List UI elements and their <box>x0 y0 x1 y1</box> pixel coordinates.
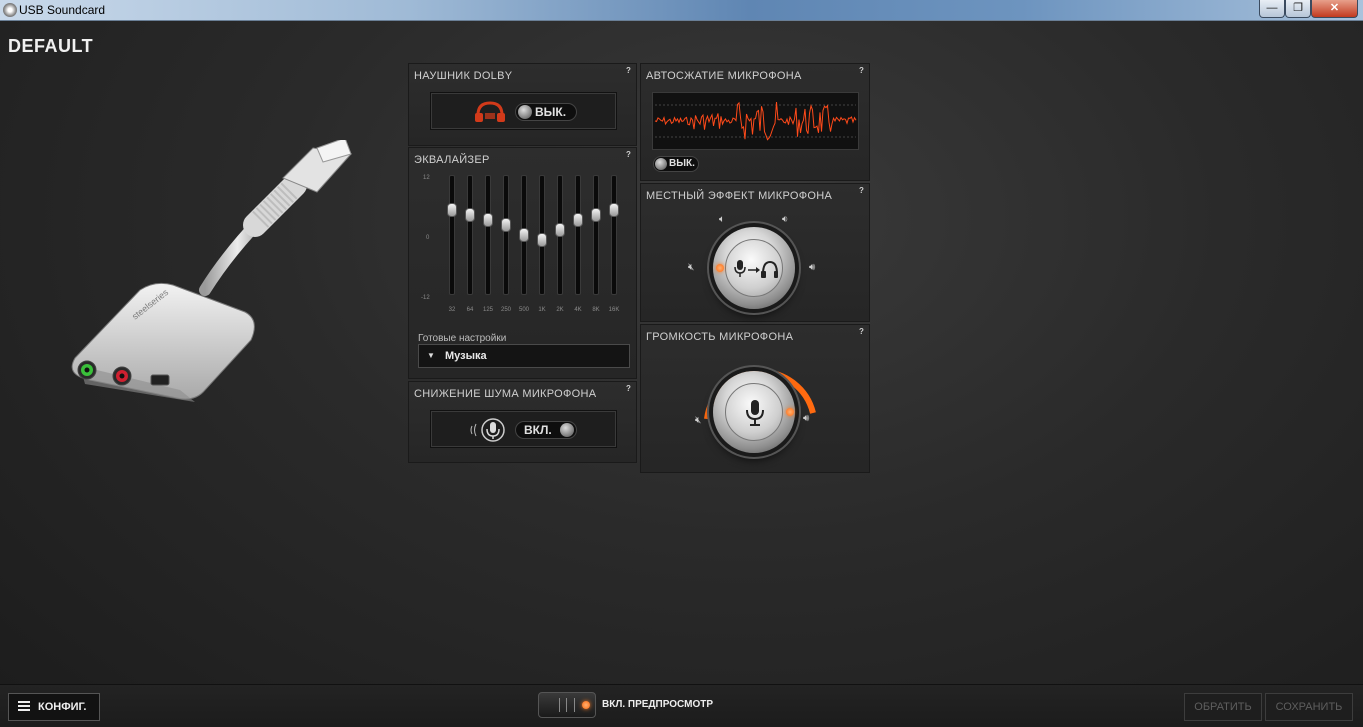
mic-volume-level-indicator <box>786 408 794 416</box>
autogain-help-icon[interactable]: ? <box>857 66 866 75</box>
noise-reduction-help-icon[interactable]: ? <box>624 384 633 393</box>
volume-low-icon: 🔈︎ <box>719 214 725 225</box>
eq-scale-mid: 0 <box>426 235 430 241</box>
window-title: USB Soundcard <box>19 3 106 17</box>
revert-button[interactable]: ОБРАТИТЬ <box>1184 693 1262 721</box>
noise-reduction-control-box: ВКЛ. <box>430 410 617 448</box>
sidetone-knob-face <box>725 239 783 297</box>
eq-slider-track[interactable] <box>611 175 617 295</box>
eq-band-label: 2K <box>556 307 564 313</box>
preview-label: ВКЛ. ПРЕДПРОСМОТР <box>602 699 714 710</box>
equalizer-panel: ЭКВАЛАЙЗЕР ? 12 0 -12 32 64 125 250 500 1K 2K 4… <box>408 147 637 379</box>
mic-to-headphones-icon <box>734 260 778 278</box>
sidetone-title: МЕСТНЫЙ ЭФФЕКТ МИКРОФОНА <box>646 190 833 202</box>
autogain-toggle-label: ВЫК. <box>669 158 695 169</box>
profile-name: DEFAULT <box>8 36 94 56</box>
maximize-button[interactable]: ❐ <box>1285 0 1311 18</box>
eq-band-label: 125 <box>482 307 493 313</box>
autogain-toggle-knob <box>655 158 667 170</box>
noise-reduction-title: СНИЖЕНИЕ ШУМА МИКРОФОНА <box>414 388 597 400</box>
eq-slider-track[interactable] <box>593 175 599 295</box>
headphones-icon <box>475 101 505 122</box>
dolby-toggle-label: ВЫК. <box>535 105 567 119</box>
eq-scale-top: 12 <box>423 175 430 181</box>
eq-band-label: 1K <box>538 307 546 313</box>
mic-volume-knob-face <box>725 383 783 441</box>
dolby-toggle[interactable]: ВЫК. <box>515 103 577 121</box>
sidetone-knob[interactable] <box>713 227 795 309</box>
autogain-panel: АВТОСЖАТИЕ МИКРОФОНА ? ВЫК. <box>640 63 870 181</box>
eq-band-label: 250 <box>500 307 511 313</box>
eq-slider-thumb[interactable] <box>447 203 457 217</box>
config-button[interactable]: КОНФИГ. <box>8 693 100 721</box>
preset-value: Музыка <box>445 350 487 362</box>
preview-toggle-grip <box>559 698 575 712</box>
mic-volume-max-icon: 🔊︎ <box>803 413 810 424</box>
eq-band-label: 500 <box>518 307 529 313</box>
mic-volume-help-icon[interactable]: ? <box>857 327 866 336</box>
eq-slider-track[interactable] <box>467 175 473 295</box>
mic-volume-panel: ГРОМКОСТЬ МИКРОФОНА ? 🔇︎ 🔊︎ <box>640 324 870 473</box>
equalizer-help-icon[interactable]: ? <box>624 150 633 159</box>
bottom-bar: КОНФИГ. ВКЛ. ПРЕДПРОСМОТР ОБРАТИТЬ СОХРА… <box>0 684 1363 727</box>
eq-band-label: 4K <box>574 307 582 313</box>
volume-medium-icon: 🔉︎ <box>782 214 789 225</box>
eq-band-label: 16K <box>608 307 620 313</box>
eq-slider-thumb[interactable] <box>465 208 475 222</box>
dolby-toggle-knob <box>518 105 532 119</box>
eq-band-label: 8K <box>592 307 600 313</box>
eq-slider-thumb[interactable] <box>609 203 619 217</box>
sidetone-level-indicator <box>716 264 724 272</box>
eq-slider-track[interactable] <box>449 175 455 295</box>
sidetone-help-icon[interactable]: ? <box>857 186 866 195</box>
eq-slider-thumb[interactable] <box>537 233 547 247</box>
noise-reduction-panel: СНИЖЕНИЕ ШУМА МИКРОФОНА ? ВКЛ. <box>408 381 637 463</box>
eq-band-label: 64 <box>466 307 474 313</box>
dolby-help-icon[interactable]: ? <box>624 66 633 75</box>
mic-volume-knob[interactable] <box>713 371 795 453</box>
sidetone-panel: МЕСТНЫЙ ЭФФЕКТ МИКРОФОНА ? 🔈︎ 🔉︎ 🔇︎ 🔊︎ <box>640 183 870 322</box>
chevron-down-icon: ▼ <box>427 351 435 360</box>
eq-slider-thumb[interactable] <box>501 218 511 232</box>
eq-slider-thumb[interactable] <box>555 223 565 237</box>
equalizer-title: ЭКВАЛАЙЗЕР <box>414 154 490 166</box>
usb-soundcard-image: steelseries <box>71 140 352 402</box>
volume-mute-icon: 🔇︎ <box>688 262 695 273</box>
app-icon <box>3 3 17 17</box>
preset-dropdown[interactable]: ▼ Музыка <box>418 344 630 368</box>
dolby-panel: НАУШНИК DOLBY ? ВЫК. <box>408 63 637 146</box>
window-titlebar: USB Soundcard — ❐ ✕ <box>0 0 1363 21</box>
eq-slider-thumb[interactable] <box>519 228 529 242</box>
eq-band-label: 32 <box>448 307 456 313</box>
noise-reduction-toggle-knob <box>560 423 574 437</box>
microphone-icon <box>746 400 764 426</box>
waveform-display <box>652 92 859 150</box>
eq-slider-track[interactable] <box>485 175 491 295</box>
eq-slider-thumb[interactable] <box>591 208 601 222</box>
eq-slider-track[interactable] <box>503 175 509 295</box>
save-button[interactable]: СОХРАНИТЬ <box>1265 693 1353 721</box>
list-icon <box>18 701 30 712</box>
dolby-title: НАУШНИК DOLBY <box>414 70 513 82</box>
autogain-title: АВТОСЖАТИЕ МИКРОФОНА <box>646 70 802 82</box>
eq-slider-thumb[interactable] <box>573 213 583 227</box>
eq-slider-thumb[interactable] <box>483 213 493 227</box>
minimize-button[interactable]: — <box>1259 0 1285 18</box>
microphone-icon <box>470 418 505 442</box>
preview-on-indicator <box>582 701 590 709</box>
noise-reduction-toggle-label: ВКЛ. <box>524 423 552 437</box>
volume-high-icon: 🔊︎ <box>809 262 816 273</box>
eq-slider-track[interactable] <box>575 175 581 295</box>
dolby-control-box: ВЫК. <box>430 92 617 130</box>
mic-volume-title: ГРОМКОСТЬ МИКРОФОНА <box>646 331 794 343</box>
autogain-toggle[interactable]: ВЫК. <box>653 156 699 172</box>
preset-label: Готовые настройки <box>418 333 507 344</box>
close-button[interactable]: ✕ <box>1311 0 1358 18</box>
preview-toggle[interactable] <box>538 692 596 718</box>
config-button-label: КОНФИГ. <box>38 701 87 713</box>
eq-scale-bottom: -12 <box>421 295 430 301</box>
noise-reduction-toggle[interactable]: ВКЛ. <box>515 421 577 439</box>
mic-volume-mute-icon: 🔇︎ <box>695 415 702 426</box>
